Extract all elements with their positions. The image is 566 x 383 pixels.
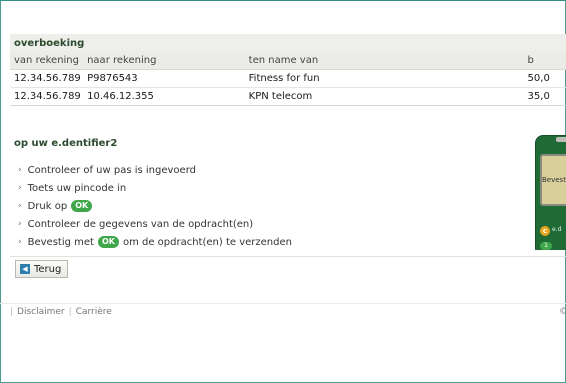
footer-separator: | [68, 307, 72, 317]
cell-name: Fitness for fun [248, 73, 320, 84]
instruction-list: › Controleer of uw pas is ingevoerd › To… [10, 161, 566, 251]
cell-from: 12.34.56.789 [14, 91, 81, 102]
transfer-table-header: van rekening naar rekening ten name van … [10, 51, 566, 70]
cell-to: 10.46.12.355 [87, 91, 154, 102]
device-screen: Bevest [540, 154, 566, 206]
ok-badge: OK [97, 236, 119, 248]
list-item: › Bevestig met OK om de opdracht(en) te … [10, 233, 566, 251]
footer-separator: | [10, 307, 14, 317]
col-amount: b [527, 54, 534, 66]
col-name: ten name van [248, 54, 319, 66]
chevron-right-icon: › [18, 237, 22, 247]
edentifier-device-image: Bevest c e.d 1 [527, 130, 566, 250]
list-item: › Controleer of uw pas is ingevoerd [10, 161, 566, 179]
device-1-button-icon: 1 [540, 242, 552, 250]
device-body: Bevest c e.d 1 [535, 135, 566, 250]
col-to: naar rekening [87, 54, 157, 66]
transfer-title: overboeking [10, 34, 566, 51]
device-screen-text: Bevest [542, 176, 566, 184]
step-text: om de opdracht(en) te verzenden [122, 236, 292, 248]
chevron-right-icon: › [18, 165, 22, 175]
careers-link[interactable]: Carrière [76, 307, 112, 317]
copyright-text: © [559, 307, 566, 317]
step-text: Toets uw pincode in [27, 182, 127, 194]
cell-from: 12.34.56.789 [14, 73, 81, 84]
identifier-title: op uw e.dentifier2 [14, 138, 118, 149]
identifier-panel: op uw e.dentifier2 › Controleer of uw pa… [10, 130, 566, 280]
device-label: e.d [552, 226, 562, 233]
chevron-right-icon: › [18, 219, 22, 229]
list-item: › Toets uw pincode in [10, 179, 566, 197]
step-text: Bevestig met [27, 236, 94, 248]
chevron-right-icon: › [18, 183, 22, 193]
cell-to: P9876543 [87, 73, 138, 84]
table-row: 12.34.56.789 P9876543 Fitness for fun 50… [10, 70, 566, 88]
back-button[interactable]: ◀ Terug [15, 260, 69, 278]
device-c-button-icon: c [540, 226, 550, 236]
footer-divider [0, 303, 566, 304]
chevron-right-icon: › [18, 201, 22, 211]
step-text: Controleer of uw pas is ingevoerd [27, 164, 196, 176]
device-card-slot [556, 137, 566, 142]
cell-name: KPN telecom [248, 91, 313, 102]
step-text: Druk op [27, 200, 68, 212]
disclaimer-link[interactable]: Disclaimer [17, 307, 65, 317]
cell-amount: 50,0 [527, 73, 550, 84]
footer: | Disclaimer | Carrière © [10, 307, 566, 317]
ok-badge: OK [71, 200, 93, 212]
list-item: › Controleer de gegevens van de opdracht… [10, 215, 566, 233]
list-item: › Druk op OK [10, 197, 566, 215]
back-button-label: Terug [34, 263, 62, 275]
transfer-panel: overboeking van rekening naar rekening t… [10, 34, 566, 106]
table-row: 12.34.56.789 10.46.12.355 KPN telecom 35… [10, 88, 566, 106]
col-from: van rekening [14, 54, 79, 66]
step-text: Controleer de gegevens van de opdracht(e… [27, 218, 254, 230]
cell-amount: 35,0 [527, 91, 550, 102]
divider [10, 256, 566, 257]
arrow-left-icon: ◀ [20, 264, 30, 274]
